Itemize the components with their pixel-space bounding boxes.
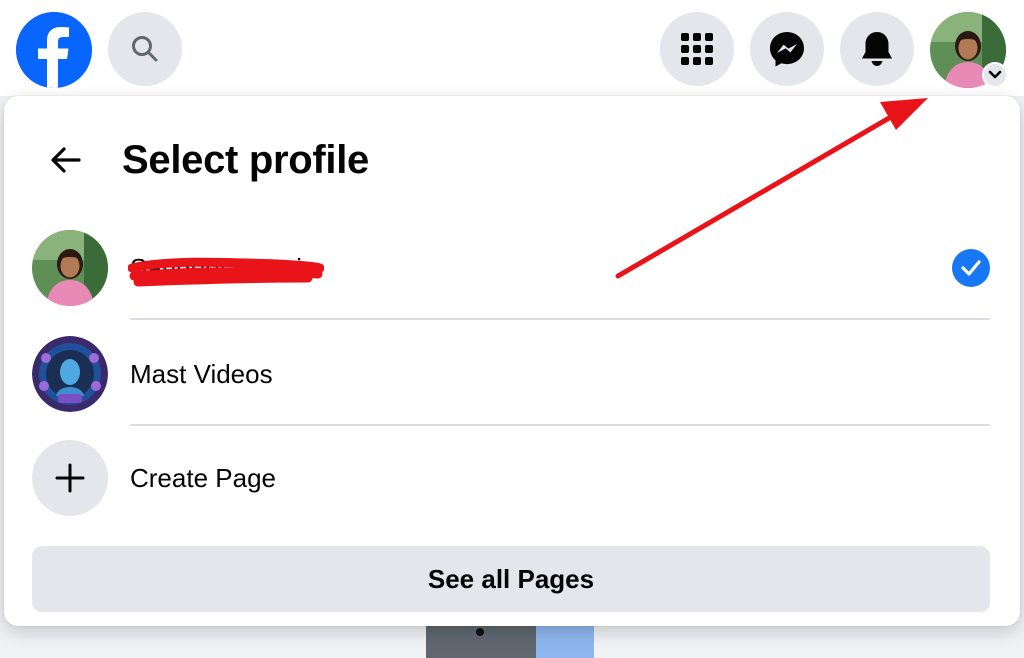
avatar: [32, 230, 108, 306]
grid-menu-icon: [681, 33, 713, 65]
arrow-left-icon: [51, 147, 81, 173]
profile-name: Mast Videos: [130, 359, 273, 389]
selected-check-icon: [952, 249, 990, 287]
panel-header: Select profile: [4, 96, 1020, 216]
profile-item[interactable]: Sangeeta Rani: [4, 216, 1020, 320]
messenger-button[interactable]: [750, 12, 824, 86]
page-avatar: [32, 336, 108, 412]
search-button[interactable]: [108, 12, 182, 86]
plus-icon: [55, 463, 85, 493]
create-page-label: Create Page: [130, 463, 276, 493]
divider: [130, 318, 990, 320]
back-button[interactable]: [40, 134, 92, 186]
select-profile-panel: Select profile Sangeeta Rani Mast Videos…: [4, 96, 1020, 626]
search-icon: [132, 36, 158, 62]
chevron-down-icon: [988, 70, 1002, 79]
account-caret-button[interactable]: [982, 62, 1008, 88]
top-navigation-bar: [0, 0, 1024, 96]
facebook-logo-icon[interactable]: [16, 12, 92, 88]
create-page-item[interactable]: Create Page: [4, 426, 1020, 530]
create-page-button[interactable]: [32, 440, 108, 516]
profile-item[interactable]: Mast Videos: [4, 322, 1020, 426]
background-content: [426, 626, 594, 658]
panel-title: Select profile: [122, 138, 369, 182]
notifications-button[interactable]: [840, 12, 914, 86]
account-button[interactable]: [930, 12, 1008, 88]
messenger-icon: [770, 32, 804, 67]
bell-icon: [862, 32, 892, 66]
redaction-scribble: [128, 257, 324, 287]
see-all-pages-button[interactable]: See all Pages: [32, 546, 990, 612]
menu-button[interactable]: [660, 12, 734, 86]
